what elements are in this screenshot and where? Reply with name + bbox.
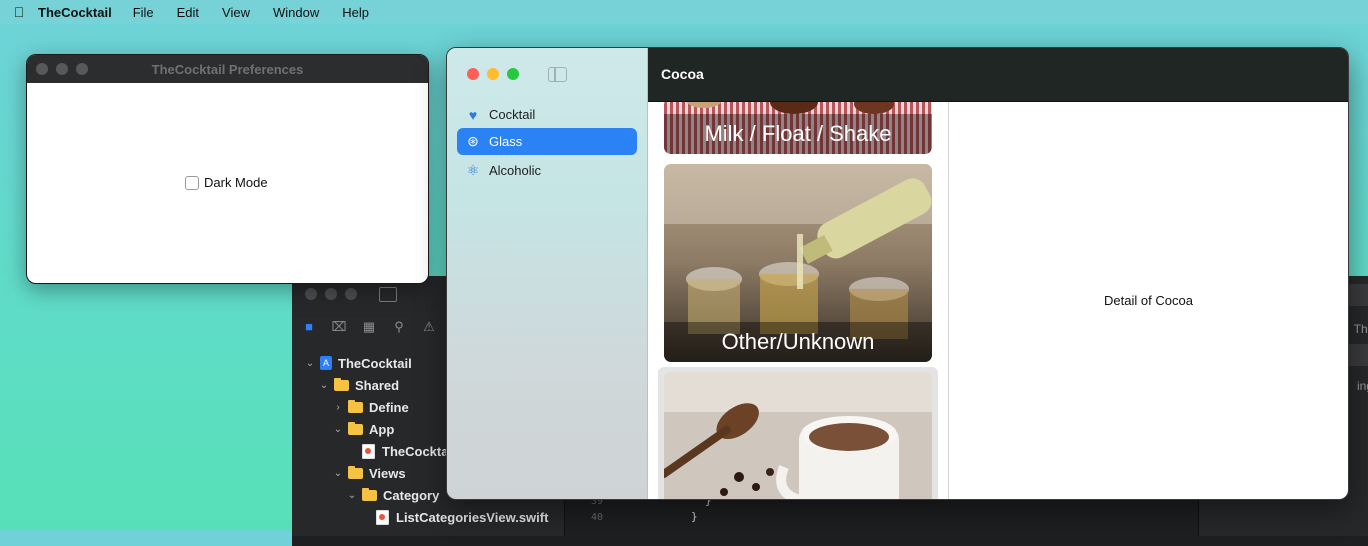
folder-icon bbox=[348, 421, 363, 435]
dark-mode-toggle[interactable]: Dark Mode bbox=[185, 175, 268, 190]
sidebar-item-cocktail[interactable]: ♥ Cocktail bbox=[457, 101, 637, 128]
sidebar-item-label: Glass bbox=[489, 134, 523, 149]
category-list[interactable]: Milk / Float / Shake Other/Unknown bbox=[648, 102, 949, 499]
asterisk-circle-icon: ⊛ bbox=[467, 133, 479, 149]
inspector-text: TheC bbox=[1353, 322, 1368, 336]
detail-text: Detail of Cocoa bbox=[1104, 293, 1193, 308]
category-card-selected[interactable] bbox=[664, 372, 932, 499]
category-card[interactable]: Milk / Float / Shake bbox=[664, 102, 932, 154]
chevron-down-icon[interactable]: ⌄ bbox=[318, 380, 330, 391]
folder-icon bbox=[348, 465, 363, 479]
swift-file-icon bbox=[362, 443, 375, 459]
close-button[interactable] bbox=[36, 63, 48, 75]
dark-mode-label: Dark Mode bbox=[204, 175, 268, 190]
tree-label: TheCockta bbox=[382, 443, 449, 459]
chevron-down-icon[interactable]: ⌄ bbox=[332, 468, 344, 479]
apple-icon[interactable]:  bbox=[0, 4, 38, 20]
card-image bbox=[664, 372, 932, 499]
close-button[interactable] bbox=[467, 68, 479, 80]
tree-label: TheCocktail bbox=[338, 355, 412, 371]
sidebar-item-glass[interactable]: ⊛ Glass bbox=[457, 128, 637, 155]
tree-label: Define bbox=[369, 399, 409, 415]
preferences-title: TheCocktail Preferences bbox=[151, 61, 304, 77]
tree-label: Shared bbox=[355, 377, 400, 393]
symbol-icon[interactable]: ▦ bbox=[361, 320, 377, 334]
preferences-titlebar: TheCocktail Preferences bbox=[27, 55, 428, 83]
sidebar: ♥ Cocktail ⊛ Glass ⚛ Alcoholic bbox=[447, 48, 648, 499]
preferences-window: TheCocktail Preferences Dark Mode bbox=[26, 54, 429, 284]
project-icon: A bbox=[320, 356, 332, 370]
category-card[interactable]: Other/Unknown bbox=[664, 164, 932, 362]
inspector-text: ing p bbox=[1356, 379, 1368, 393]
sidebar-toggle-icon[interactable] bbox=[379, 287, 397, 302]
tree-label: App bbox=[369, 421, 395, 437]
xcode-window-controls bbox=[305, 288, 357, 300]
menu-help[interactable]: Help bbox=[342, 5, 369, 20]
zoom-button[interactable] bbox=[345, 288, 357, 300]
heart-icon: ♥ bbox=[468, 106, 478, 123]
sidebar-item-alcoholic[interactable]: ⚛ Alcoholic bbox=[457, 157, 637, 184]
card-label: Milk / Float / Shake bbox=[664, 114, 932, 154]
source-control-icon[interactable]: ⌧ bbox=[331, 320, 347, 334]
tree-row-folder[interactable]: ⌄ Views bbox=[332, 462, 406, 484]
sidebar-item-label: Alcoholic bbox=[489, 163, 542, 178]
main-window: ♥ Cocktail ⊛ Glass ⚛ Alcoholic Cocoa Mil… bbox=[446, 47, 1349, 500]
tree-label: Views bbox=[369, 465, 406, 481]
chevron-right-icon[interactable]: › bbox=[332, 402, 344, 413]
navigator-tabs: ■ ⌧ ▦ ⚲ ⚠ bbox=[301, 320, 437, 334]
minimize-button[interactable] bbox=[487, 68, 499, 80]
tree-row-project[interactable]: ⌄ A TheCocktail bbox=[304, 352, 412, 374]
menu-window[interactable]: Window bbox=[273, 5, 319, 20]
tree-row-folder[interactable]: ⌄ Category bbox=[346, 484, 439, 506]
chevron-down-icon[interactable]: ⌄ bbox=[304, 358, 316, 369]
minimize-button[interactable] bbox=[325, 288, 337, 300]
preferences-window-controls bbox=[36, 63, 88, 75]
card-label: Other/Unknown bbox=[664, 322, 932, 362]
chevron-down-icon[interactable]: ⌄ bbox=[332, 424, 344, 435]
tree-label: Category bbox=[383, 487, 440, 503]
dark-mode-checkbox[interactable] bbox=[185, 175, 199, 190]
atom-icon: ⚛ bbox=[466, 162, 480, 178]
zoom-button[interactable] bbox=[76, 63, 88, 75]
folder-icon bbox=[348, 399, 363, 413]
folder-icon[interactable]: ■ bbox=[301, 320, 317, 334]
tree-row-file[interactable]: TheCockta bbox=[362, 440, 448, 462]
menu-file[interactable]: File bbox=[133, 5, 154, 20]
warning-icon[interactable]: ⚠ bbox=[421, 320, 437, 334]
tree-row-file[interactable]: ListCategoriesView.swift bbox=[376, 506, 548, 528]
tree-label: ListCategoriesView.swift bbox=[396, 509, 549, 525]
menu-view[interactable]: View bbox=[222, 5, 250, 20]
detail-pane: Detail of Cocoa bbox=[949, 102, 1348, 499]
close-button[interactable] bbox=[305, 288, 317, 300]
tree-row-folder[interactable]: › Define bbox=[332, 396, 409, 418]
folder-icon bbox=[362, 487, 377, 501]
minimize-button[interactable] bbox=[56, 63, 68, 75]
sidebar-toggle-icon[interactable] bbox=[548, 67, 567, 82]
toolbar: Cocoa bbox=[648, 48, 1348, 102]
tree-row-folder[interactable]: ⌄ Shared bbox=[318, 374, 399, 396]
main-window-controls bbox=[467, 68, 519, 80]
menu-bar:  TheCocktail File Edit View Window Help bbox=[0, 0, 1368, 24]
find-icon[interactable]: ⚲ bbox=[391, 320, 407, 334]
sidebar-item-label: Cocktail bbox=[489, 107, 536, 122]
preferences-body: Dark Mode bbox=[27, 83, 428, 283]
chevron-down-icon[interactable]: ⌄ bbox=[346, 490, 358, 501]
code-line: } bbox=[691, 510, 698, 523]
zoom-button[interactable] bbox=[507, 68, 519, 80]
tree-row-folder[interactable]: ⌄ App bbox=[332, 418, 394, 440]
line-number: 40 bbox=[591, 512, 604, 523]
menu-app-name[interactable]: TheCocktail bbox=[38, 5, 112, 20]
folder-icon bbox=[334, 377, 349, 391]
swift-file-icon bbox=[376, 509, 389, 525]
menu-edit[interactable]: Edit bbox=[177, 5, 199, 20]
toolbar-title: Cocoa bbox=[661, 66, 704, 82]
